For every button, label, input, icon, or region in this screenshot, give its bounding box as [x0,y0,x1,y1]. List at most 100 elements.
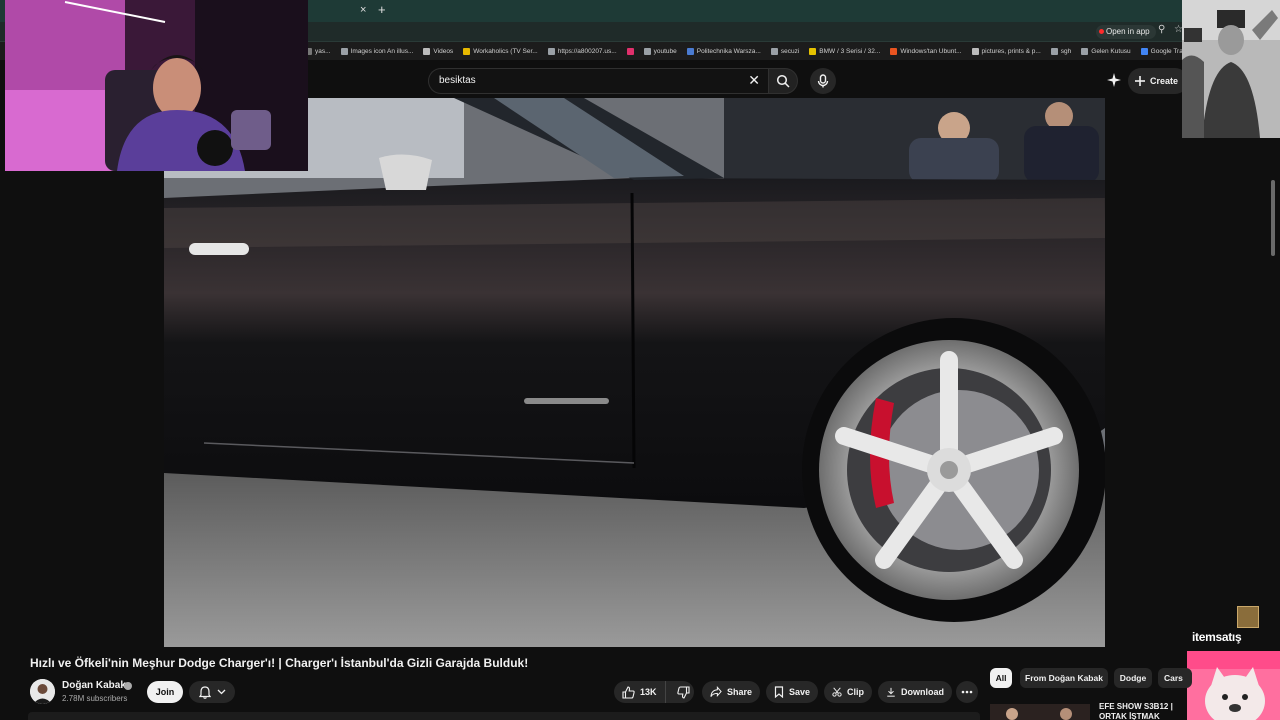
create-label: Create [1150,76,1179,86]
bookmark-label: https://a800207.us... [557,47,617,55]
video-title: Hızlı ve Öfkeli'nin Meşhur Dodge Charger… [30,656,529,670]
like-count: 13K [640,687,657,697]
bell-icon [198,685,211,699]
bookmark-favicon-icon [547,47,555,55]
search-button[interactable] [768,68,798,94]
bookmark-label: Politechnika Warsza... [696,47,761,55]
portrait-photo-image [1182,0,1280,138]
cat-image [1187,651,1280,720]
search-input[interactable]: besiktas ✕ [428,68,768,94]
join-button[interactable]: Join [147,681,183,703]
open-in-app-button[interactable]: Open in app [1096,25,1156,39]
chip-all[interactable]: All [990,668,1012,688]
bookmark-favicon-icon [770,47,778,55]
portrait-photo-overlay [1182,0,1280,138]
bookmark-favicon-icon [890,47,898,55]
microphone-icon [817,74,829,88]
sponsor-text: itemsatış [1192,630,1242,644]
channel-avatar[interactable] [30,679,55,704]
sponsor-badge-icon [1237,606,1259,628]
download-icon [887,687,895,697]
bookmark-favicon-icon [971,47,979,55]
bookmark-favicon-icon [423,47,431,55]
search-icon [776,74,790,88]
voice-search-button[interactable] [810,68,836,94]
bookmark-item[interactable]: Windows'tan Ubunt... [890,47,962,55]
next-video-thumbnail[interactable] [990,704,1090,720]
download-label: Download [901,687,944,697]
bookmark-favicon-icon [340,47,348,55]
tab-close-icon[interactable]: × [360,4,366,16]
webcam-overlay [5,0,308,171]
chip-cars[interactable]: Cars [1158,668,1192,688]
more-actions-button[interactable] [956,681,978,703]
page-scrollbar[interactable] [1271,180,1275,256]
dislike-button[interactable] [671,685,690,699]
more-dots-icon [961,690,973,694]
subscriber-count: 2.78M subscribers [62,694,128,703]
plus-icon [1135,76,1145,86]
bookmark-item[interactable]: pictures, prints & p... [971,47,1041,55]
next-video-title[interactable]: EFE SHOW S3B12 | ORTAK İŞTMAK [1099,702,1187,720]
thumbs-down-icon [676,685,690,699]
bookmark-label: BMW / 3 Serisi / 32... [819,47,881,55]
description-box-edge [28,712,980,720]
clip-button[interactable]: Clip [824,681,872,703]
bookmark-item[interactable]: yas... [305,47,331,55]
bookmark-favicon-icon [626,47,634,55]
scissors-icon [832,687,842,697]
verified-check-icon [124,682,132,690]
bookmark-label: secuzi [780,47,800,55]
share-icon [710,686,722,698]
like-dislike-group: 13K [614,681,694,703]
bookmark-favicon-icon [809,47,817,55]
video-frame-image [164,98,1105,647]
clear-search-icon[interactable]: ✕ [748,72,760,89]
search-query-text: besiktas [439,75,476,86]
video-player[interactable] [164,98,1105,647]
channel-name[interactable]: Doğan Kabak [62,680,126,691]
bookmark-label: Workaholics (TV Ser... [473,47,538,55]
new-tab-icon[interactable]: + [378,2,386,17]
thumbs-up-icon [622,685,635,699]
bookmark-label: youtube [653,47,677,55]
thumbnail-image [990,704,1090,720]
bookmark-item[interactable]: Politechnika Warsza... [686,47,761,55]
bookmark-item[interactable]: sgh [1050,47,1072,55]
bookmark-label: Images icon An illus... [350,47,414,55]
chip-dodge[interactable]: Dodge [1114,668,1152,688]
bookmark-favicon-icon [1140,47,1148,55]
bookmark-label: yas... [315,47,331,55]
bookmark-favicon-icon [1050,47,1058,55]
bookmark-item[interactable]: youtube [643,47,677,55]
bookmark-item[interactable] [626,47,634,55]
zoom-icon[interactable]: ⚲ [1158,24,1165,35]
bookmark-favicon-icon [643,47,651,55]
bookmark-favicon-icon [1081,47,1089,55]
bookmark-item[interactable]: BMW / 3 Serisi / 32... [809,47,881,55]
bookmark-label: sgh [1060,47,1072,55]
bookmark-item[interactable]: https://a800207.us... [547,47,617,55]
bookmark-item[interactable]: Videos [423,47,454,55]
screen: × + Open in app ⚲ ☆ yas... Images icon An… [0,0,1280,720]
bookmark-label: pictures, prints & p... [981,47,1041,55]
bookmark-item[interactable]: Workaholics (TV Ser... [463,47,538,55]
save-button[interactable]: Save [766,681,818,703]
download-button[interactable]: Download [878,681,952,703]
ai-assistant-button[interactable] [1106,72,1122,88]
sparkle-icon [1107,73,1121,87]
sponsor-logo: itemsatış [1192,604,1280,648]
bookmark-label: Videos [433,47,454,55]
like-button[interactable]: 13K [614,681,666,703]
bookmark-item[interactable]: Images icon An illus... [340,47,414,55]
clip-label: Clip [847,687,864,697]
bookmark-item[interactable]: secuzi [770,47,800,55]
bookmark-item[interactable]: Gelen Kutusu [1081,47,1131,55]
share-button[interactable]: Share [702,681,760,703]
chip-from-channel[interactable]: From Doğan Kabak [1020,668,1108,688]
create-button[interactable]: Create [1128,68,1189,94]
webcam-image [5,0,308,171]
bookmark-label: Windows'tan Ubunt... [900,47,962,55]
bookmark-label: Gelen Kutusu [1091,47,1131,55]
subscription-bell-button[interactable] [189,681,235,703]
